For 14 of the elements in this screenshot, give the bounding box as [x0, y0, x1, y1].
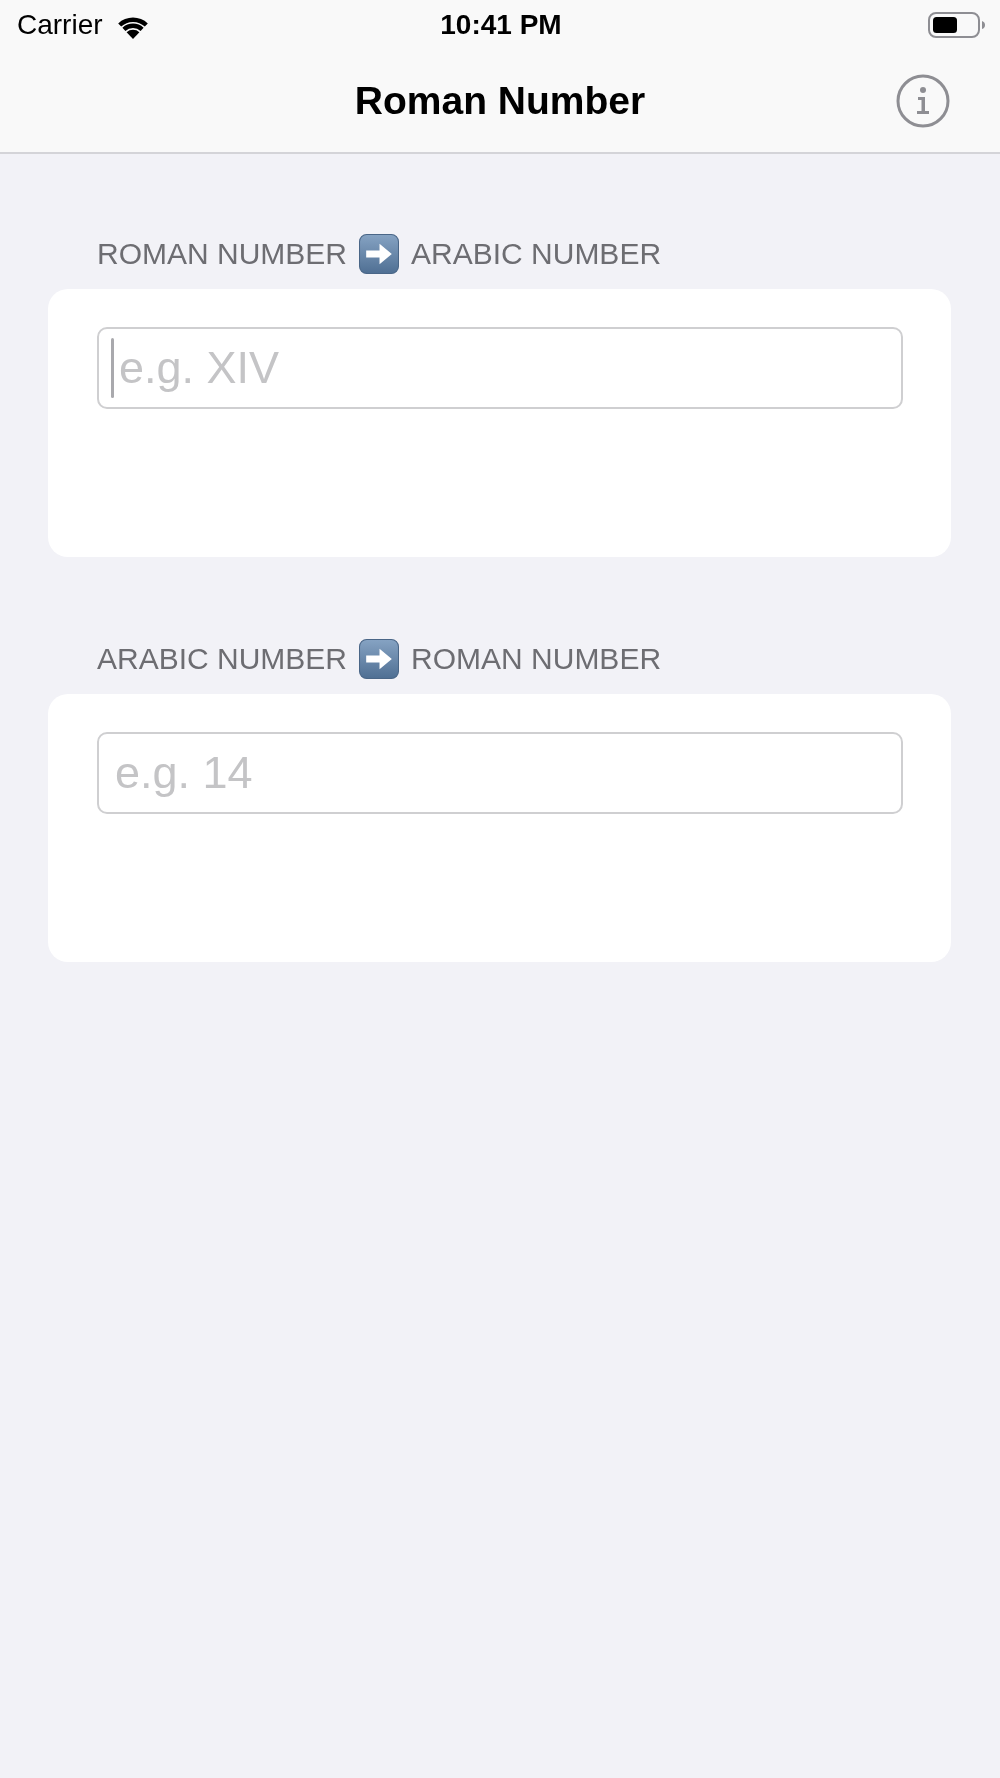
input-field[interactable]: e.g. XIV	[97, 327, 903, 409]
status-time: 10:41 PM	[440, 8, 562, 42]
info-icon	[896, 74, 950, 128]
section-header-target: ROMAN NUMBER	[411, 640, 662, 677]
section-header-target: ARABIC NUMBER	[411, 235, 662, 272]
battery-icon	[928, 12, 985, 38]
nav-title: Roman Number	[354, 78, 646, 124]
carrier-label: Carrier	[17, 8, 103, 42]
arrow-right-icon	[359, 233, 399, 274]
section-header-source: ROMAN NUMBER	[97, 235, 347, 272]
info-button[interactable]	[896, 74, 950, 128]
input-field[interactable]: e.g. 14	[97, 732, 903, 814]
section-header-source: ARABIC NUMBER	[97, 640, 348, 677]
arrow-right-icon	[359, 638, 400, 679]
